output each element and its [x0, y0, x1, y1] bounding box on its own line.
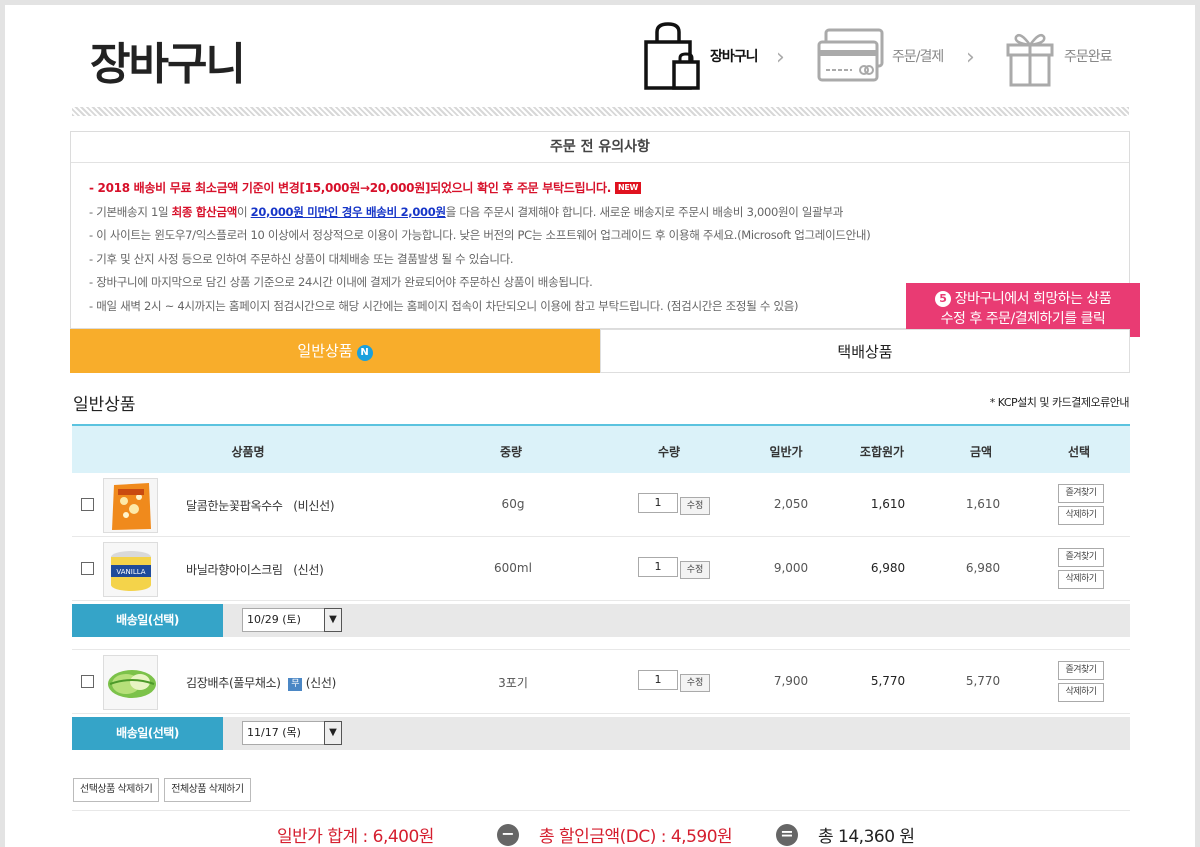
notice-item: - 기본배송지 1일 최종 합산금액이 20,000원 미만인 경우 배송비 2… — [89, 204, 844, 219]
minus-icon: − — [497, 824, 519, 846]
col-member-price: 조합원가 — [859, 445, 905, 459]
subtotal-text: 일반가 합계 : 6,400원 — [277, 827, 434, 847]
bulk-actions: 선택상품 삭제하기 전체상품 삭제하기 — [73, 778, 251, 802]
wishlist-button[interactable]: 즐겨찾기 — [1058, 548, 1104, 567]
wishlist-button[interactable]: 즐겨찾기 — [1058, 661, 1104, 680]
divider — [72, 810, 1130, 811]
item-weight: 60g — [501, 497, 525, 511]
delete-selected-button[interactable]: 선택상품 삭제하기 — [73, 778, 160, 802]
notice-item: - 2018 배송비 무료 최소금액 기준이 변경[15,000원→20,000… — [89, 178, 1129, 202]
delete-item-button[interactable]: 삭제하기 — [1058, 506, 1104, 525]
gift-box-icon — [1002, 23, 1058, 89]
notice-item: - 이 사이트는 윈도우7/익스플로러 10 이상에서 정상적으로 이용이 가능… — [89, 228, 871, 242]
total-text: 총 14,360 원 — [818, 827, 915, 847]
item-checkbox[interactable] — [81, 675, 94, 688]
col-amount: 금액 — [969, 445, 993, 459]
col-product: 상품명 — [231, 445, 265, 459]
col-qty: 수량 — [657, 445, 681, 459]
item-amount: 1,610 — [965, 497, 1001, 511]
item-amount: 6,980 — [965, 561, 1001, 575]
step-complete-label: 주문완료 — [1064, 48, 1113, 65]
product-image-popcorn[interactable] — [103, 478, 158, 533]
table-row: 김장배추(풀무채소) 무 (신선) 3포기 1 수정 7,900 5,770 5… — [72, 650, 1130, 714]
quantity-update-button[interactable]: 수정 — [680, 561, 710, 579]
step-number-badge: 5 — [934, 291, 951, 307]
item-member-price: 6,980 — [870, 561, 906, 575]
quantity-input[interactable]: 1 — [638, 493, 678, 513]
chevron-down-icon[interactable]: ▼ — [324, 721, 342, 745]
delivery-date-row: 배송일(선택) 10/29 (토) ▼ — [72, 604, 1130, 637]
chevron-down-icon[interactable]: ▼ — [324, 608, 342, 632]
new-n-badge: N — [356, 345, 373, 361]
product-name[interactable]: 달콤한눈꽃팝옥수수 (비신선) — [186, 497, 335, 514]
item-member-price: 5,770 — [870, 674, 906, 688]
delete-item-button[interactable]: 삭제하기 — [1058, 570, 1104, 589]
section-title: 일반상품 — [73, 395, 136, 415]
wishlist-button[interactable]: 즐겨찾기 — [1058, 484, 1104, 503]
product-name[interactable]: 김장배추(풀무채소) 무 (신선) — [186, 674, 336, 691]
item-price: 9,000 — [773, 561, 809, 575]
delivery-date-select[interactable]: 11/17 (목) ▼ — [242, 721, 342, 745]
quantity-input[interactable]: 1 — [638, 670, 678, 690]
step-cart-label: 장바구니 — [710, 48, 759, 65]
item-checkbox[interactable] — [81, 562, 94, 575]
delivery-date-label: 배송일(선택) — [72, 604, 223, 637]
quantity-update-button[interactable]: 수정 — [680, 674, 710, 692]
tab-general[interactable]: 일반상품 N — [70, 329, 600, 373]
delete-item-button[interactable]: 삭제하기 — [1058, 683, 1104, 702]
cart-table: 상품명 중량 수량 일반가 조합원가 금액 선택 달콤한눈꽃팝옥수수 (비신선)… — [72, 424, 1130, 750]
col-select: 선택 — [1067, 445, 1091, 459]
delivery-date-select[interactable]: 10/29 (토) ▼ — [242, 608, 342, 632]
discount-text: 총 할인금액(DC) : 4,590원 — [539, 827, 733, 847]
product-tabs: 일반상품 N 택배상품 — [70, 329, 1130, 373]
quantity-input[interactable]: 1 — [638, 557, 678, 577]
equals-icon: = — [776, 824, 798, 846]
page-title: 장바구니 — [90, 39, 246, 90]
chevron-right-icon: › — [776, 45, 785, 70]
col-price: 일반가 — [769, 445, 803, 459]
delete-all-button[interactable]: 전체상품 삭제하기 — [164, 778, 251, 802]
step-payment: 주문/결제 — [816, 18, 944, 93]
notice-item: - 기후 및 산지 사정 등으로 인하여 주문하신 상품이 대체배송 또는 결품… — [89, 251, 514, 266]
no-pesticide-badge: 무 — [288, 678, 303, 691]
item-amount: 5,770 — [965, 674, 1001, 688]
item-member-price: 1,610 — [870, 497, 906, 511]
item-price: 2,050 — [773, 497, 809, 511]
kcp-guide-link[interactable]: * KCP설치 및 카드결제오류안내 — [990, 394, 1130, 410]
step-cart: 장바구니 — [640, 18, 759, 93]
chevron-right-icon: › — [966, 45, 975, 70]
notice-title: 주문 전 유의사항 — [71, 132, 1129, 163]
new-badge: NEW — [615, 182, 642, 194]
step-complete: 주문완료 — [1002, 18, 1113, 93]
tab-parcel[interactable]: 택배상품 — [600, 329, 1130, 373]
product-image-icecream[interactable]: VANILLA — [103, 542, 158, 597]
header-divider — [72, 107, 1129, 116]
item-weight: 3포기 — [498, 676, 528, 690]
step-payment-label: 주문/결제 — [892, 48, 944, 65]
delivery-date-row: 배송일(선택) 11/17 (목) ▼ — [72, 717, 1130, 750]
credit-card-icon — [816, 26, 886, 86]
order-totals: 일반가 합계 : 6,400원 − 총 할인금액(DC) : 4,590원 = … — [0, 820, 1200, 847]
shopping-bag-icon — [640, 20, 704, 92]
item-price: 7,900 — [773, 674, 809, 688]
order-steps: 장바구니 › 주문/결제 › 주문완료 — [640, 18, 1120, 93]
item-checkbox[interactable] — [81, 498, 94, 511]
col-weight: 중량 — [499, 445, 523, 459]
item-weight: 600ml — [494, 561, 532, 575]
product-image-cabbage[interactable] — [103, 655, 158, 710]
table-row: 달콤한눈꽃팝옥수수 (비신선) 60g 1 수정 2,050 1,610 1,6… — [72, 473, 1130, 537]
table-row: VANILLA 바닐라향아이스크림 (신선) 600ml 1 수정 9,000 … — [72, 537, 1130, 601]
quantity-update-button[interactable]: 수정 — [680, 497, 710, 515]
table-header: 상품명 중량 수량 일반가 조합원가 금액 선택 — [72, 424, 1130, 473]
product-name[interactable]: 바닐라향아이스크림 (신선) — [186, 561, 324, 578]
delivery-date-label: 배송일(선택) — [72, 717, 223, 750]
svg-text:VANILLA: VANILLA — [116, 568, 145, 576]
